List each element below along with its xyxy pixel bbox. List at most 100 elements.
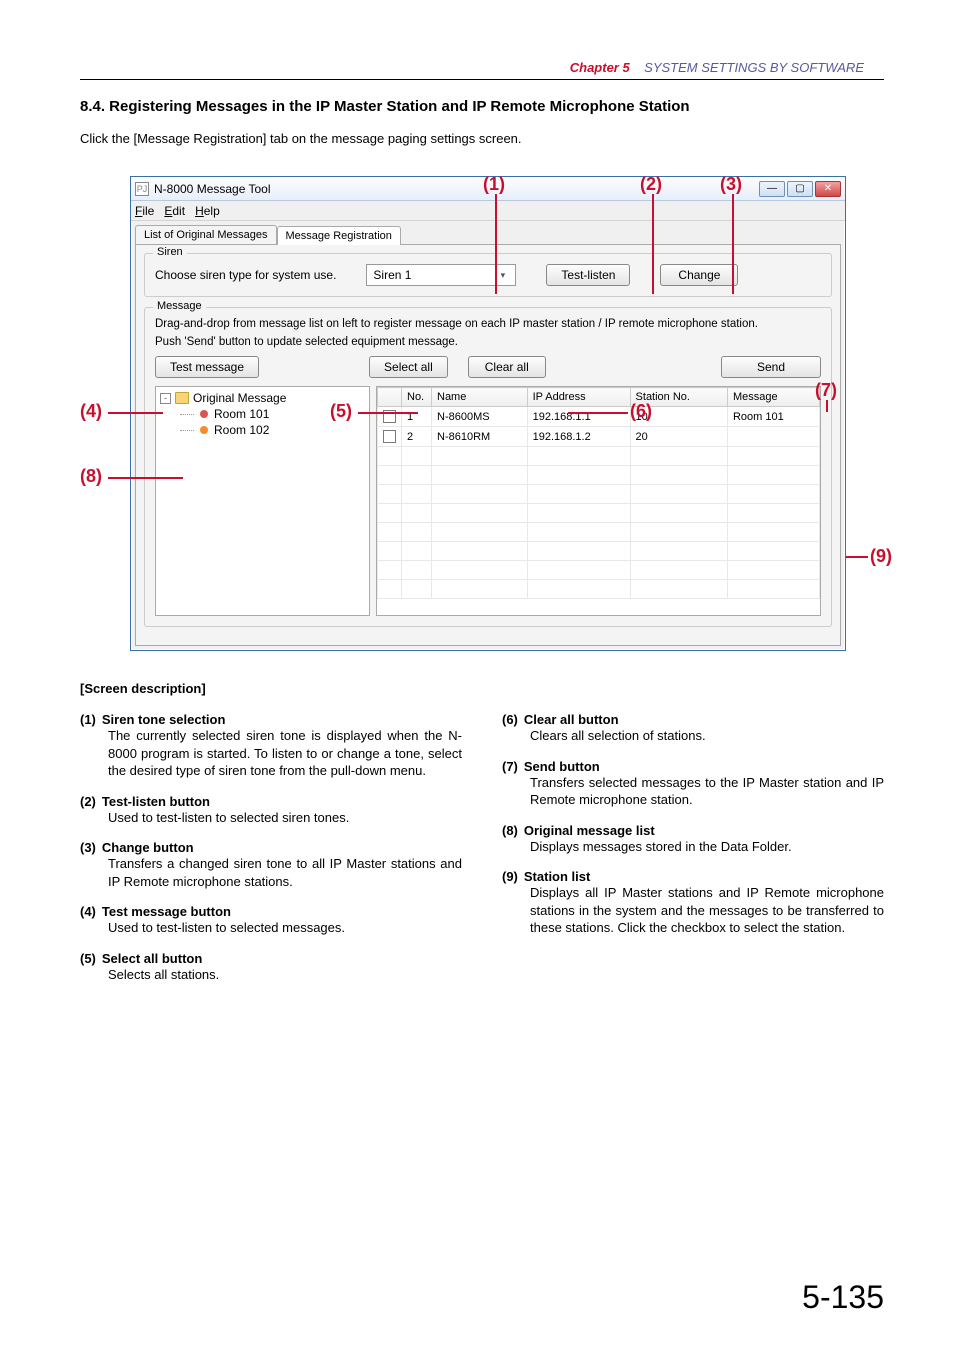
- item-body: Transfers selected messages to the IP Ma…: [530, 774, 884, 809]
- item-num: (2): [80, 794, 96, 809]
- screenshot-figure: (1) (2) (3) (4) (8) (5) (6) (7) (9) PJ N…: [80, 176, 890, 651]
- item-num: (1): [80, 712, 96, 727]
- test-listen-button[interactable]: Test-listen: [546, 264, 630, 286]
- message-group: Message Drag-and-drop from message list …: [144, 307, 832, 627]
- item-title: Station list: [524, 869, 590, 884]
- row-checkbox[interactable]: [383, 430, 396, 443]
- station-table[interactable]: No. Name IP Address Station No. Message: [376, 386, 821, 616]
- siren-group: Siren Choose siren type for system use. …: [144, 253, 832, 297]
- col-ip[interactable]: IP Address: [527, 388, 630, 407]
- tree-connector: [180, 414, 194, 415]
- item-num: (3): [80, 840, 96, 855]
- window-title: N-8000 Message Tool: [154, 182, 759, 196]
- intro-text: Click the [Message Registration] tab on …: [80, 131, 884, 146]
- item-title: Test-listen button: [102, 794, 210, 809]
- item-body: Used to test-listen to selected siren to…: [108, 809, 462, 827]
- item-body: Displays messages stored in the Data Fol…: [530, 838, 884, 856]
- screen-description-heading: [Screen description]: [80, 681, 884, 696]
- col-check[interactable]: [378, 388, 402, 407]
- col-name[interactable]: Name: [432, 388, 528, 407]
- chapter-title: SYSTEM SETTINGS BY SOFTWARE: [644, 60, 864, 75]
- item-num: (6): [502, 712, 518, 727]
- test-message-button[interactable]: Test message: [155, 356, 259, 378]
- callout-1: (1): [483, 174, 505, 195]
- clear-all-button[interactable]: Clear all: [468, 356, 546, 378]
- tree-connector: [180, 430, 194, 431]
- page-number: 5-135: [802, 1279, 884, 1316]
- app-icon: PJ: [135, 182, 149, 196]
- bullet-icon: [200, 426, 208, 434]
- cell-msg: [727, 427, 819, 447]
- callout-7: (7): [815, 380, 837, 401]
- message-help-line2: Push 'Send' button to update selected eq…: [155, 336, 821, 348]
- change-button[interactable]: Change: [660, 264, 738, 286]
- item-body: The currently selected siren tone is dis…: [108, 727, 462, 780]
- cell-ip: 192.168.1.2: [527, 427, 630, 447]
- cell-msg: Room 101: [727, 407, 819, 427]
- col-no[interactable]: No.: [402, 388, 432, 407]
- item-body: Selects all stations.: [108, 966, 462, 984]
- cell-no: 1: [402, 407, 432, 427]
- callout-8: (8): [80, 466, 102, 487]
- tree-item-label: Room 101: [214, 407, 269, 421]
- item-body: Used to test-listen to selected messages…: [108, 919, 462, 937]
- tree-item-room102[interactable]: Room 102: [180, 423, 365, 437]
- callout-9: (9): [870, 546, 892, 567]
- cell-no: 2: [402, 427, 432, 447]
- menu-help[interactable]: Help: [195, 204, 220, 218]
- item-num: (9): [502, 869, 518, 884]
- chevron-down-icon: ▾: [495, 267, 509, 283]
- callout-6: (6): [630, 401, 652, 422]
- close-button[interactable]: ✕: [815, 181, 841, 197]
- select-all-button[interactable]: Select all: [369, 356, 448, 378]
- item-title: Send button: [524, 759, 600, 774]
- item-num: (7): [502, 759, 518, 774]
- item-title: Select all button: [102, 951, 202, 966]
- callout-2: (2): [640, 174, 662, 195]
- table-row[interactable]: 2 N-8610RM 192.168.1.2 20: [378, 427, 820, 447]
- callout-5: (5): [330, 401, 352, 422]
- siren-legend: Siren: [153, 246, 187, 258]
- item-num: (5): [80, 951, 96, 966]
- tree-root-label: Original Message: [193, 391, 286, 405]
- menubar: File Edit Help: [131, 201, 845, 221]
- item-num: (4): [80, 904, 96, 919]
- menu-file[interactable]: File: [135, 204, 154, 218]
- tab-list-original-messages[interactable]: List of Original Messages: [135, 225, 277, 244]
- item-body: Transfers a changed siren tone to all IP…: [108, 855, 462, 890]
- item-num: (8): [502, 823, 518, 838]
- running-header: Chapter 5 SYSTEM SETTINGS BY SOFTWARE: [80, 60, 884, 75]
- folder-icon: [175, 392, 189, 404]
- send-button[interactable]: Send: [721, 356, 821, 378]
- section-title: 8.4. Registering Messages in the IP Mast…: [80, 98, 884, 115]
- item-title: Siren tone selection: [102, 712, 226, 727]
- tab-message-registration[interactable]: Message Registration: [277, 226, 401, 245]
- item-title: Test message button: [102, 904, 231, 919]
- cell-name: N-8600MS: [432, 407, 528, 427]
- menu-edit[interactable]: Edit: [164, 204, 185, 218]
- bullet-icon: [200, 410, 208, 418]
- siren-type-select[interactable]: Siren 1 ▾: [366, 264, 516, 286]
- item-title: Clear all button: [524, 712, 619, 727]
- tree-item-label: Room 102: [214, 423, 269, 437]
- siren-selected-value: Siren 1: [373, 268, 411, 282]
- col-message[interactable]: Message: [727, 388, 819, 407]
- cell-name: N-8610RM: [432, 427, 528, 447]
- minimize-button[interactable]: —: [759, 181, 785, 197]
- callout-3: (3): [720, 174, 742, 195]
- cell-station: 20: [630, 427, 727, 447]
- callout-4: (4): [80, 401, 102, 422]
- collapse-icon[interactable]: -: [160, 393, 171, 404]
- item-title: Original message list: [524, 823, 655, 838]
- item-title: Change button: [102, 840, 194, 855]
- item-body: Displays all IP Master stations and IP R…: [530, 884, 884, 937]
- table-row[interactable]: 1 N-8600MS 192.168.1.1 10 Room 101: [378, 407, 820, 427]
- maximize-button[interactable]: ▢: [787, 181, 813, 197]
- message-help-line1: Drag-and-drop from message list on left …: [155, 318, 821, 330]
- cell-ip: 192.168.1.1: [527, 407, 630, 427]
- siren-label: Choose siren type for system use.: [155, 268, 336, 282]
- description-columns: (1) Siren tone selectionThe currently sel…: [80, 712, 884, 997]
- tab-panel: Siren Choose siren type for system use. …: [135, 244, 841, 646]
- item-body: Clears all selection of stations.: [530, 727, 884, 745]
- header-rule: [80, 79, 884, 80]
